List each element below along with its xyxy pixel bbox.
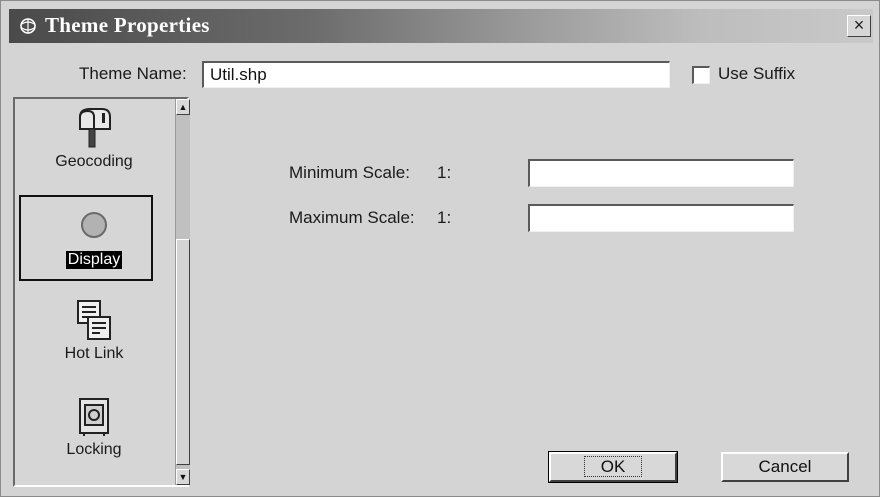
theme-name-input[interactable]: Util.shp [202,61,670,88]
title-bar: Theme Properties × [9,9,873,43]
safe-icon [79,398,109,436]
category-list-scrollbar[interactable]: ▲ ▼ [175,99,190,485]
scroll-thumb[interactable] [176,239,190,465]
arrow-down-icon: ▼ [178,472,188,482]
cancel-button-label: Cancel [758,457,812,476]
arrow-up-icon: ▲ [178,102,188,112]
close-icon: × [853,15,865,35]
hotlink-icon [77,300,111,340]
ok-button-label: OK [583,456,643,477]
use-suffix-label: Use Suffix [718,64,796,83]
close-button[interactable]: × [847,15,871,37]
ok-button[interactable]: OK [548,451,678,483]
min-scale-prefix: 1: [437,163,452,182]
selection-frame [19,195,153,281]
sidebar-item-locking[interactable]: Locking [15,397,173,459]
max-scale-prefix: 1: [437,208,452,227]
sidebar-item-label: Hot Link [64,345,124,362]
theme-properties-dialog: Theme Properties × Theme Name: Util.shp … [0,0,880,497]
sidebar-item-display[interactable]: Display [15,195,173,281]
mailbox-icon [79,108,111,148]
theme-name-label: Theme Name: [79,64,187,83]
sidebar-item-geocoding[interactable]: Geocoding [15,105,173,171]
sidebar-item-hot-link[interactable]: Hot Link [15,299,173,363]
scroll-down-button[interactable]: ▼ [176,469,190,485]
use-suffix-checkbox[interactable] [692,66,710,84]
sidebar-item-label: Locking [66,441,122,458]
app-globe-icon [20,18,36,34]
window-title: Theme Properties [45,13,210,37]
min-scale-input[interactable] [528,159,794,187]
max-scale-label: Maximum Scale: [289,208,415,227]
sidebar-item-label: Geocoding [55,153,133,170]
cancel-button[interactable]: Cancel [721,452,849,482]
max-scale-input[interactable] [528,204,794,232]
min-scale-label: Minimum Scale: [289,163,410,182]
scroll-up-button[interactable]: ▲ [176,99,190,115]
category-list: ▲ ▼ Geocoding Display Hot Link Locking [13,97,190,487]
